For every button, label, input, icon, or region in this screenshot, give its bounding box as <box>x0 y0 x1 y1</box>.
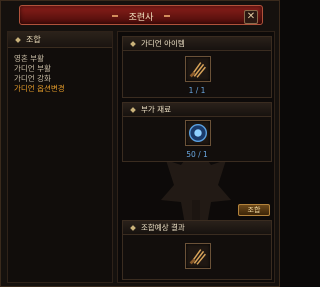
guardian-item-title: 가디언 아이템 <box>141 39 185 48</box>
title-bar[interactable]: 조련사 ✕ <box>19 5 263 25</box>
guardian-item-slot[interactable] <box>185 56 211 82</box>
result-title: 조합예상 결과 <box>141 223 185 232</box>
blue-orb-icon <box>189 124 207 142</box>
sidebar-header-label: 조합 <box>26 35 41 44</box>
sidebar-item-guardian-option-change[interactable]: 가디언 옵션변경 <box>14 84 112 94</box>
window-title: 조련사 <box>128 13 154 23</box>
combiner-window: 조련사 ✕ 조합 영혼 부활 가디언 부활 가디언 강화 가디언 옵션변경 가디… <box>0 0 280 287</box>
diamond-bullet-icon <box>130 107 136 113</box>
combine-button[interactable]: 조합 <box>238 204 270 216</box>
close-icon: ✕ <box>246 11 256 22</box>
main-panel: 가디언 아이템 1 / 1 부가 재료 50 / 1 조합 조합예상 결과 <box>117 31 275 283</box>
title-ornament-right <box>164 15 170 17</box>
panel-header: 부가 재료 <box>123 103 271 117</box>
sidebar-item-soul-revive[interactable]: 영혼 부활 <box>14 54 112 64</box>
sidebar: 조합 영혼 부활 가디언 부활 가디언 강화 가디언 옵션변경 <box>7 31 113 283</box>
guardian-item-panel: 가디언 아이템 1 / 1 <box>122 36 272 98</box>
panel-header: 조합예상 결과 <box>123 221 271 235</box>
result-slot[interactable] <box>185 243 211 269</box>
extra-material-slot[interactable] <box>185 120 211 146</box>
extra-material-count: 50 / 1 <box>186 150 208 159</box>
close-button[interactable]: ✕ <box>244 10 258 24</box>
guardian-item-count: 1 / 1 <box>188 86 206 95</box>
extra-material-title: 부가 재료 <box>141 105 171 114</box>
extra-material-panel: 부가 재료 50 / 1 <box>122 102 272 162</box>
diamond-bullet-icon <box>130 41 136 47</box>
sidebar-item-guardian-revive[interactable]: 가디언 부활 <box>14 64 112 74</box>
sidebar-item-guardian-enhance[interactable]: 가디언 강화 <box>14 74 112 84</box>
sidebar-menu: 영혼 부활 가디언 부활 가디언 강화 가디언 옵션변경 <box>8 54 112 94</box>
claw-weapon-icon <box>189 249 206 265</box>
sidebar-header: 조합 <box>8 32 112 48</box>
claw-weapon-icon <box>189 62 206 78</box>
diamond-bullet-icon <box>130 225 136 231</box>
panel-header: 가디언 아이템 <box>123 37 271 51</box>
diamond-bullet-icon <box>15 36 21 43</box>
result-panel: 조합예상 결과 <box>122 220 272 280</box>
